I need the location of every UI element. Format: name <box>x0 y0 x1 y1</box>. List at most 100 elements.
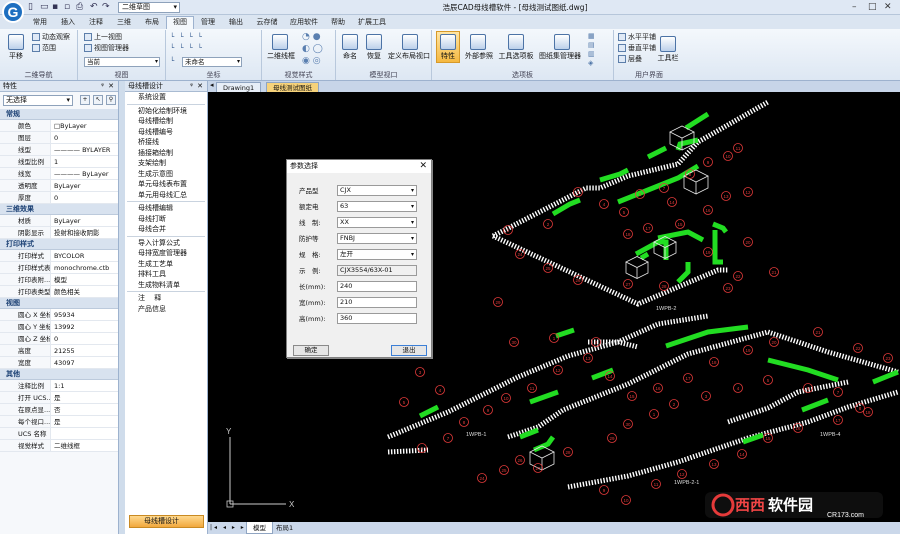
busbar-command-item[interactable]: 导入计算公式 <box>125 238 207 249</box>
busbar-command-item[interactable]: 初始化绘制环境 <box>125 106 207 117</box>
prop-row[interactable]: 每个视口... 是 <box>0 416 118 428</box>
busbar-command-item[interactable]: 单元用母线汇总 <box>125 190 207 201</box>
restore-viewport-icon[interactable] <box>366 34 382 50</box>
prop-value[interactable]: BYCOLOR <box>50 250 118 261</box>
dialog-close-icon[interactable]: ✕ <box>419 160 427 172</box>
view-select[interactable]: 当前 ▾ <box>84 57 160 67</box>
properties-icon[interactable] <box>440 34 456 50</box>
dialog-field-select[interactable]: 63 ▾ <box>337 201 417 212</box>
busbar-command-item[interactable]: 生成物料清单 <box>125 280 207 291</box>
dialog-field-input[interactable]: 210 <box>337 297 417 308</box>
maximize-icon[interactable]: □ <box>868 1 877 13</box>
xref-icon[interactable] <box>470 34 486 50</box>
xref-button[interactable]: 外部参照 <box>462 52 496 61</box>
quick-select-icon[interactable]: ⚲ <box>106 95 116 105</box>
prop-row[interactable]: 打印样式 BYCOLOR <box>0 250 118 262</box>
doc-tab-drawing1[interactable]: Drawing1 <box>216 82 262 92</box>
busbar-command-item[interactable]: 桥接线 <box>125 137 207 148</box>
dialog-field-input[interactable]: CJX3554/63X-01 <box>337 265 417 276</box>
tab-9[interactable]: 应用软件 <box>284 16 324 29</box>
prop-value[interactable]: 模型 <box>50 274 118 285</box>
realistic-icon[interactable]: ◐ ◯ <box>302 45 323 54</box>
prop-value[interactable]: ———— ByLayer <box>50 168 118 179</box>
dialog-ok-button[interactable]: 确定 <box>293 345 329 356</box>
doc-tab-busbar-drawing[interactable]: 母线测试图纸 <box>266 82 319 92</box>
named-viewport-button[interactable]: 命名 <box>338 52 362 61</box>
prop-row[interactable]: 线型比例 1 <box>0 156 118 168</box>
prop-value[interactable]: 否 <box>50 404 118 415</box>
conceptual-icon[interactable]: ◉ ◎ <box>302 57 321 66</box>
prop-value[interactable]: 0 <box>50 333 118 344</box>
busbar-command-item[interactable]: 母线槽编号 <box>125 127 207 138</box>
app-logo-icon[interactable]: G <box>2 1 24 23</box>
select-objects-icon[interactable]: ↖ <box>93 95 103 105</box>
prop-row[interactable]: 透明度 ByLayer <box>0 180 118 192</box>
pin-icon[interactable]: ᵠ <box>101 81 104 91</box>
tab-2[interactable]: 注释 <box>82 16 110 29</box>
busbar-command-item[interactable]: 产品信息 <box>125 304 207 315</box>
busbar-command-item[interactable]: 注 释 <box>125 293 207 304</box>
prop-section-header[interactable]: 常规 <box>0 109 118 120</box>
tab-8[interactable]: 云存储 <box>250 16 284 29</box>
busbar-command-item[interactable]: 支架绘制 <box>125 158 207 169</box>
prop-row[interactable]: 宽度 43097 <box>0 357 118 369</box>
pan-button[interactable]: 平移 <box>4 52 28 61</box>
prop-value[interactable]: 二维线框 <box>50 440 118 451</box>
busbar-close-icon[interactable]: ✕ <box>197 81 203 91</box>
prop-value[interactable]: 0 <box>50 192 118 203</box>
close-icon[interactable]: ✕ <box>884 1 892 13</box>
custom-viewport-button[interactable]: 定义布局视口 <box>386 52 432 61</box>
properties-button[interactable]: 特性 <box>436 52 460 61</box>
busbar-command-item[interactable]: 生成示意图 <box>125 169 207 180</box>
custom-viewport-icon[interactable] <box>402 34 418 50</box>
dialog-field-select[interactable]: FNBJ ▾ <box>337 233 417 244</box>
tab-1[interactable]: 插入 <box>54 16 82 29</box>
prop-value[interactable]: ByLayer <box>50 215 118 226</box>
prop-value[interactable]: 是 <box>50 416 118 427</box>
view-manager-button[interactable]: 视图管理器 <box>84 44 129 53</box>
prop-value[interactable]: 43097 <box>50 357 118 368</box>
tab-10[interactable]: 帮助 <box>324 16 352 29</box>
tab-5[interactable]: 视图 <box>166 16 194 29</box>
busbar-command-item[interactable]: 生成工艺单 <box>125 259 207 270</box>
sheet-set-icon[interactable] <box>554 34 570 50</box>
restore-viewport-button[interactable]: 恢复 <box>362 52 386 61</box>
busbar-command-item[interactable]: 母线槽编辑 <box>125 203 207 214</box>
toolbar-button[interactable]: 工具栏 <box>652 54 684 63</box>
panel-close-icon[interactable]: ✕ <box>108 81 114 91</box>
prop-value[interactable]: 21255 <box>50 345 118 356</box>
prop-value[interactable]: 投射和接收阴影 <box>50 227 118 238</box>
busbar-command-item[interactable]: 插接箱绘制 <box>125 148 207 159</box>
prop-section-header[interactable]: 视图 <box>0 298 118 309</box>
prop-row[interactable]: 圆心 Z 坐标 0 <box>0 333 118 345</box>
shaded-icon[interactable]: ◔ ● <box>302 33 321 42</box>
toggle-pickadd-icon[interactable]: + <box>80 95 90 105</box>
wireframe-icon[interactable] <box>272 34 288 50</box>
prop-row[interactable]: 线宽 ———— ByLayer <box>0 168 118 180</box>
minimize-icon[interactable]: – <box>852 1 857 13</box>
orbit-button[interactable]: 动态观察 <box>32 33 70 42</box>
prop-row[interactable]: 颜色 □ByLayer <box>0 120 118 132</box>
palette-small-icons[interactable]: ▦ ▤ ▥ ◈ <box>588 32 595 68</box>
tab-6[interactable]: 管理 <box>194 16 222 29</box>
tab-7[interactable]: 输出 <box>222 16 250 29</box>
tab-4[interactable]: 布局 <box>138 16 166 29</box>
cascade-button[interactable]: 层叠 <box>618 55 642 64</box>
prop-row[interactable]: 图层 0 <box>0 132 118 144</box>
tool-palette-icon[interactable] <box>508 34 524 50</box>
dialog-field-input[interactable]: 360 <box>337 313 417 324</box>
prev-view-button[interactable]: 上一视图 <box>84 33 122 42</box>
tab-3[interactable]: 三维 <box>110 16 138 29</box>
prop-row[interactable]: 材质 ByLayer <box>0 215 118 227</box>
wireframe-button[interactable]: 二维线框 <box>264 52 298 61</box>
dialog-field-input[interactable]: 240 <box>337 281 417 292</box>
dialog-field-select[interactable]: XX ▾ <box>337 217 417 228</box>
doc-menu-icon[interactable]: ◂ <box>210 81 214 89</box>
prop-section-header[interactable]: 三维效果 <box>0 204 118 215</box>
sheet-set-button[interactable]: 图纸集管理器 <box>536 52 584 61</box>
prop-value[interactable]: 13992 <box>50 321 118 332</box>
ucs-icon[interactable]: └ <box>170 57 174 66</box>
selection-select[interactable]: 无选择 ▾ <box>3 95 73 106</box>
prop-row[interactable]: 在原点显... 否 <box>0 404 118 416</box>
prop-row[interactable]: 圆心 Y 坐标 13992 <box>0 321 118 333</box>
